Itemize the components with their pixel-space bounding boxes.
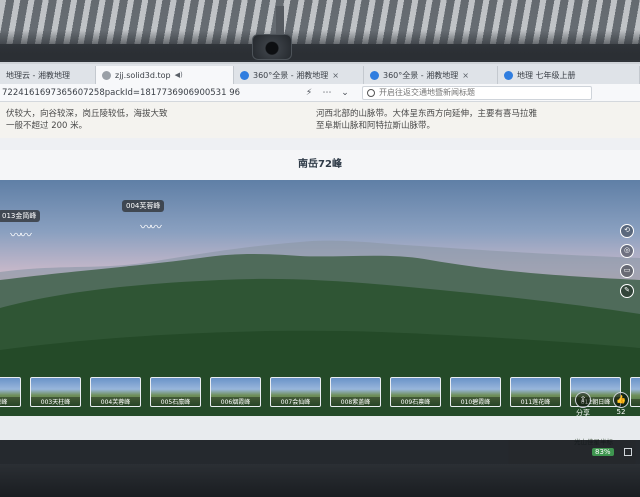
window-icon[interactable] [624, 448, 632, 456]
tab-5[interactable]: 地理 七年级上册 [498, 66, 640, 84]
location-icon[interactable]: ◎ [620, 244, 634, 258]
site-icon [102, 70, 111, 80]
right-text-line-1: 河西北部的山脉带。大体呈东西方向延伸，主要有喜马拉雅 [316, 109, 538, 119]
compass-icon[interactable]: ✎ [620, 284, 634, 298]
tab-3-title: 360°全景 - 湘教地理 [253, 70, 329, 80]
tab-4-title: 360°全景 - 湘教地理 [383, 70, 459, 80]
webcam-icon [252, 34, 292, 60]
scene-thumbnails: ...石泉峰 003天柱峰 004芙蓉峰 005石廪峰 006烟霞峰 007会仙峰 008紫… [0, 377, 640, 411]
side-toolbar: ⟲ ◎ ▭ ✎ [620, 224, 634, 298]
like-count: 52 [616, 408, 626, 416]
thumbnail-label: 011莲花峰 [511, 397, 560, 406]
edge-icon [240, 70, 249, 80]
tab-3[interactable]: 360°全景 - 湘教地理 × [234, 66, 364, 84]
left-text-line-1: 伏较大，向谷较深，岗丘陵较低，海拔大致 [6, 109, 168, 119]
sound-icon[interactable]: ◀) [175, 71, 183, 79]
ceiling-shadow [0, 30, 640, 60]
hotspot-marker-icon[interactable]: 〰〰 [10, 226, 32, 243]
like-button[interactable]: 👍 52 [606, 392, 636, 416]
tab-1-title: 地理云 - 湘教地理 [6, 70, 70, 80]
scene-thumbnail[interactable]: 010碧霞峰 [450, 377, 501, 407]
hotspot-label-2[interactable]: 004芙蓉峰 [122, 200, 165, 212]
share-label: 分享 [576, 409, 590, 416]
search-icon [367, 88, 375, 97]
left-text-line-2: 一般不超过 200 米。 [6, 121, 88, 131]
panorama-modal: 南岳72峰 013金简峰 〰〰 004芙蓉峰 〰〰 ⟲ ◎ ▭ ✎ 峰 003天… [0, 150, 640, 416]
tab-4[interactable]: 360°全景 - 湘教地理 × [364, 66, 498, 84]
scene-thumbnail[interactable]: 005石廪峰 [150, 377, 201, 407]
right-text-line-2: 至阜斯山脉和阿特拉斯山脉带。 [316, 121, 436, 131]
taskbar: 83% [0, 440, 640, 464]
modal-title: 南岳72峰 [0, 150, 640, 180]
tab-bar: 地理云 - 湘教地理 zjj.solid3d.top ◀) 360°全景 - 湘… [0, 64, 640, 84]
scene-thumbnail[interactable]: 007会仙峰 [270, 377, 321, 407]
scene-thumbnail[interactable]: 003天柱峰 [30, 377, 81, 407]
tab-1[interactable]: 地理云 - 湘教地理 [0, 66, 96, 84]
scene-thumbnail[interactable]: 004芙蓉峰 [90, 377, 141, 407]
edge-icon [370, 70, 379, 80]
thumbnail-label: 008紫盖峰 [331, 397, 380, 406]
screen: 地理云 - 湘教地理 zjj.solid3d.top ◀) 360°全景 - 湘… [0, 62, 640, 464]
scene-thumbnail[interactable]: 011莲花峰 [510, 377, 561, 407]
hotspot-label-1[interactable]: 013金简峰 [0, 210, 41, 222]
monitor-bezel [0, 464, 640, 497]
thumbnail-label: 010碧霞峰 [451, 397, 500, 406]
thumbnail-label: ...石泉峰 [0, 397, 20, 406]
scene: 地理云 - 湘教地理 zjj.solid3d.top ◀) 360°全景 - 湘… [0, 0, 640, 497]
close-icon[interactable]: × [332, 71, 339, 80]
chat-icon[interactable]: ▭ [620, 264, 634, 278]
share-icon: ⇧ [575, 392, 591, 408]
scene-thumbnail[interactable]: 006烟霞峰 [210, 377, 261, 407]
search-input[interactable] [379, 88, 579, 97]
thumbnail-label: 007会仙峰 [271, 397, 320, 406]
scene-thumbnail[interactable]: 009石禀峰 [390, 377, 441, 407]
thumbs-up-icon: 👍 [613, 392, 629, 408]
scene-thumbnail[interactable]: 008紫盖峰 [330, 377, 381, 407]
edge-icon [504, 70, 513, 80]
extension-icon[interactable]: ⚡ [300, 88, 318, 98]
thumbnail-label: 006烟霞峰 [211, 397, 260, 406]
scene-thumbnail[interactable]: ...石泉峰 [0, 377, 21, 407]
thumbnail-label: 005石廪峰 [151, 397, 200, 406]
share-button[interactable]: ⇧ 分享 [568, 392, 598, 416]
address-bar: 7224161697365607258packId=18177369069005… [0, 84, 640, 102]
chevron-down-icon[interactable]: ⌄ [336, 88, 354, 98]
camera-mount [276, 6, 284, 36]
hotspot-marker-icon[interactable]: 〰〰 [140, 218, 162, 235]
panorama-view[interactable]: 013金简峰 〰〰 004芙蓉峰 〰〰 ⟲ ◎ ▭ ✎ ...石泉峰 003天柱峰… [0, 180, 640, 416]
page-content: 伏较大，向谷较深，岗丘陵较低，海拔大致 一般不超过 200 米。 河西北部的山脉… [0, 102, 640, 138]
battery-indicator: 83% [592, 448, 614, 456]
tab-2[interactable]: zjj.solid3d.top ◀) [96, 66, 234, 84]
close-icon[interactable]: × [462, 71, 469, 80]
url-field[interactable]: 7224161697365607258packId=18177369069005… [0, 88, 300, 98]
tab-5-title: 地理 七年级上册 [517, 70, 576, 80]
more-icon[interactable]: ⋯ [318, 88, 336, 98]
thumbnail-label: 003天柱峰 [31, 397, 80, 406]
search-box[interactable] [362, 85, 592, 100]
thumbnail-label: 009石禀峰 [391, 397, 440, 406]
gyro-icon[interactable]: ⟲ [620, 224, 634, 238]
tab-2-title: zjj.solid3d.top [115, 70, 171, 80]
thumbnail-label: 004芙蓉峰 [91, 397, 140, 406]
